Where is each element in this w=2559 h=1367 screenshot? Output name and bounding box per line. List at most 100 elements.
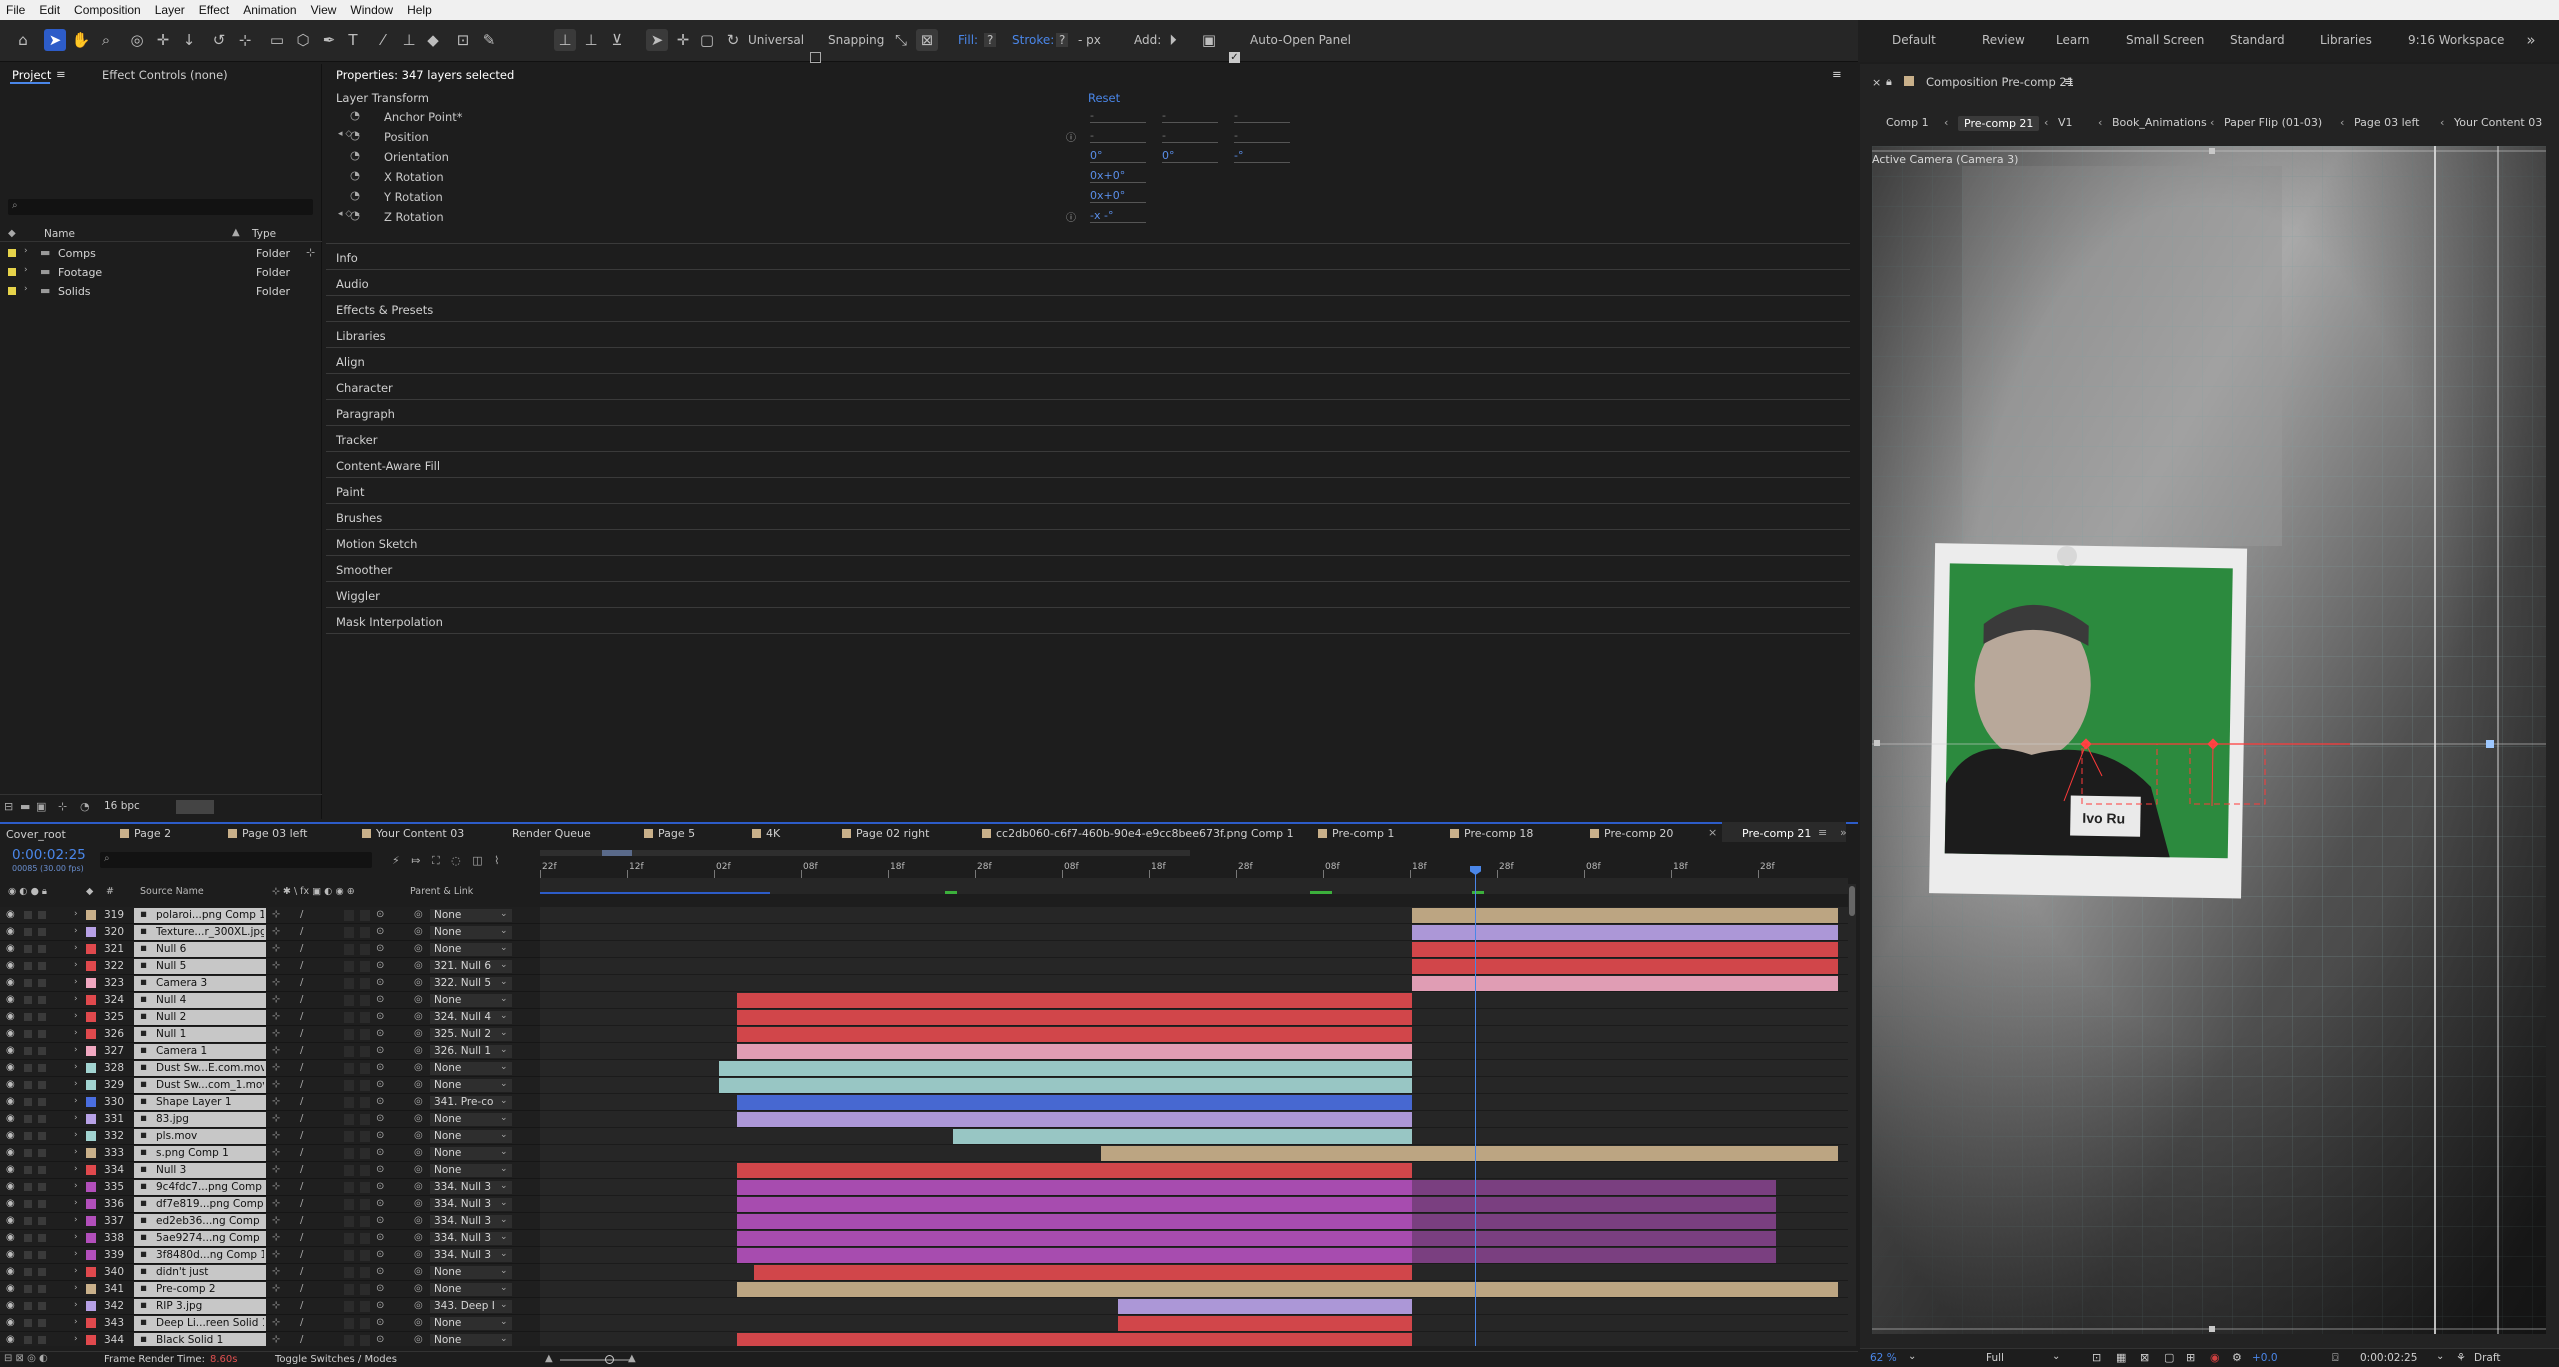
- solo-toggle[interactable]: [24, 1302, 32, 1310]
- 3d-layer-toggle[interactable]: [360, 1080, 370, 1091]
- info-icon[interactable]: ⓘ: [1066, 209, 1076, 224]
- layer-duration-bar[interactable]: [737, 993, 1413, 1008]
- graph-editor-icon[interactable]: ◫: [472, 854, 482, 867]
- lock-toggle[interactable]: [38, 1183, 46, 1191]
- interpret-footage-icon[interactable]: ⊟: [4, 800, 13, 813]
- panel-info[interactable]: Info: [336, 251, 358, 265]
- menu-composition[interactable]: Composition: [74, 3, 141, 17]
- adjustment-icon[interactable]: ⊙: [376, 1096, 384, 1107]
- property-value[interactable]: -: [1162, 129, 1166, 142]
- lock-toggle[interactable]: [38, 1285, 46, 1293]
- chevron-right-icon[interactable]: ›: [74, 960, 78, 970]
- solo-toggle[interactable]: [24, 1183, 32, 1191]
- eye-icon[interactable]: ◉: [6, 1011, 15, 1022]
- solo-toggle[interactable]: [24, 1336, 32, 1344]
- layer-label-color[interactable]: [86, 1182, 96, 1192]
- solo-toggle[interactable]: [24, 1149, 32, 1157]
- eye-icon[interactable]: ◉: [6, 1096, 15, 1107]
- shy-switch-icon[interactable]: ⊹: [272, 1147, 280, 1158]
- adjustment-icon[interactable]: ⊙: [376, 960, 384, 971]
- type-tool-icon[interactable]: T: [342, 29, 364, 51]
- chevron-right-icon[interactable]: ›: [74, 1334, 78, 1344]
- adjustment-icon[interactable]: ⊙: [376, 1283, 384, 1294]
- 3d-layer-toggle[interactable]: [360, 961, 370, 972]
- pan-tool-icon[interactable]: ✛: [152, 29, 174, 51]
- lock-toggle[interactable]: [38, 979, 46, 987]
- pickwhip-icon[interactable]: ◎: [414, 1164, 423, 1175]
- shy-switch-icon[interactable]: ⊹: [272, 1215, 280, 1226]
- layer-duration-bar[interactable]: [1412, 959, 1838, 974]
- stopwatch-icon[interactable]: ◔: [350, 188, 360, 202]
- layer-source-name[interactable]: Pre-comp 2: [156, 1283, 264, 1295]
- solo-toggle[interactable]: [24, 1319, 32, 1327]
- comp-flowchart-icon[interactable]: ⌇: [494, 854, 499, 867]
- panel-smoother[interactable]: Smoother: [336, 563, 392, 577]
- menu-edit[interactable]: Edit: [39, 3, 60, 17]
- layer-row[interactable]: ◉ › 333 ▪ s.png Comp 1 ⊹ / ⊙ ◎ None ⌄: [0, 1145, 1848, 1162]
- shy-switch-icon[interactable]: ⊹: [272, 1283, 280, 1294]
- composition-view[interactable]: Ivo Ru: [1872, 146, 2546, 1334]
- chevron-right-icon[interactable]: »: [2520, 29, 2542, 51]
- shy-switch-icon[interactable]: ⊹: [272, 1062, 280, 1073]
- chevron-right-icon[interactable]: ›: [74, 977, 78, 987]
- layer-duration-bar[interactable]: [737, 1095, 1413, 1110]
- comp-handle-bottom[interactable]: [2209, 1326, 2215, 1332]
- pickwhip-icon[interactable]: ◎: [414, 1215, 423, 1226]
- pickwhip-icon[interactable]: ◎: [414, 943, 423, 954]
- property-value[interactable]: -: [1162, 109, 1166, 122]
- solo-toggle[interactable]: [24, 979, 32, 987]
- eye-icon[interactable]: ◉: [6, 1283, 15, 1294]
- quality-switch-icon[interactable]: /: [300, 1283, 303, 1294]
- motion-blur-toggle[interactable]: [344, 1063, 354, 1074]
- breadcrumb-v1[interactable]: V1: [2058, 116, 2073, 129]
- chevron-right-icon[interactable]: ›: [74, 1062, 78, 1072]
- lock-toggle[interactable]: [38, 1200, 46, 1208]
- shy-switch-icon[interactable]: ⊹: [272, 909, 280, 920]
- orbit-tool-icon[interactable]: ◎: [126, 29, 148, 51]
- panel-brushes[interactable]: Brushes: [336, 511, 382, 525]
- layer-label-color[interactable]: [86, 1046, 96, 1056]
- pickwhip-icon[interactable]: ◎: [414, 1300, 423, 1311]
- layer-label-color[interactable]: [86, 910, 96, 920]
- quality-switch-icon[interactable]: /: [300, 1249, 303, 1260]
- solo-toggle[interactable]: [24, 996, 32, 1004]
- reset-button[interactable]: Reset: [1088, 91, 1120, 105]
- type-column-header[interactable]: Type: [252, 228, 276, 240]
- add-icon[interactable]: ⏵: [1162, 29, 1184, 51]
- layer-duration-bar[interactable]: [737, 1027, 1413, 1042]
- footer-icons[interactable]: ⊟ ⊠ ◎ ◐: [4, 1353, 48, 1364]
- 3d-layer-toggle[interactable]: [360, 978, 370, 989]
- lock-toggle[interactable]: [38, 1251, 46, 1259]
- layer-duration-bar[interactable]: [737, 1333, 1413, 1346]
- shy-switch-icon[interactable]: ⊹: [272, 1198, 280, 1209]
- chevron-right-icon[interactable]: ›: [74, 1215, 78, 1225]
- mask-visibility-icon[interactable]: ⊠: [2140, 1351, 2149, 1364]
- timeline-tab-4k[interactable]: 4K: [766, 827, 780, 840]
- layer-source-name[interactable]: Null 6: [156, 943, 264, 955]
- adjustment-icon[interactable]: ⊙: [376, 1164, 384, 1175]
- layer-row[interactable]: ◉ › 335 ▪ 9c4fdc7...png Comp 1 ⊹ / ⊙ ◎ 334. Null …: [0, 1179, 1848, 1196]
- shy-icon[interactable]: ⤇: [411, 854, 420, 867]
- layer-row[interactable]: ◉ › 329 ▪ Dust Sw...com_1.mov ⊹ / ⊙ ◎ None ⌄: [0, 1077, 1848, 1094]
- motion-blur-toggle[interactable]: [344, 1165, 354, 1176]
- stroke-width[interactable]: - px: [1078, 33, 1101, 47]
- chevron-right-icon[interactable]: ›: [74, 1113, 78, 1123]
- brush-tool-icon[interactable]: ⁄: [372, 29, 394, 51]
- eye-icon[interactable]: ◉: [6, 909, 15, 920]
- lock-toggle[interactable]: [38, 1013, 46, 1021]
- 3d-layer-toggle[interactable]: [360, 1199, 370, 1210]
- layer-source-name[interactable]: 9c4fdc7...png Comp 1: [156, 1181, 264, 1193]
- layer-source-name[interactable]: 3f8480d...ng Comp 1: [156, 1249, 264, 1261]
- color-depth-slider[interactable]: [176, 800, 214, 814]
- 3d-layer-toggle[interactable]: [360, 1029, 370, 1040]
- timeline-tab-render-queue[interactable]: Render Queue: [512, 827, 591, 840]
- lock-toggle[interactable]: [38, 1081, 46, 1089]
- toggle-switches-button[interactable]: Toggle Switches / Modes: [275, 1354, 397, 1365]
- layer-label-color[interactable]: [86, 1148, 96, 1158]
- delete-icon[interactable]: ◔: [80, 800, 90, 813]
- shy-switch-icon[interactable]: ⊹: [272, 994, 280, 1005]
- layer-label-color[interactable]: [86, 944, 96, 954]
- draft-label[interactable]: Draft: [2474, 1352, 2500, 1364]
- layer-duration-bar[interactable]: [737, 1163, 1413, 1178]
- stroke-swatch[interactable]: ?: [1056, 33, 1069, 47]
